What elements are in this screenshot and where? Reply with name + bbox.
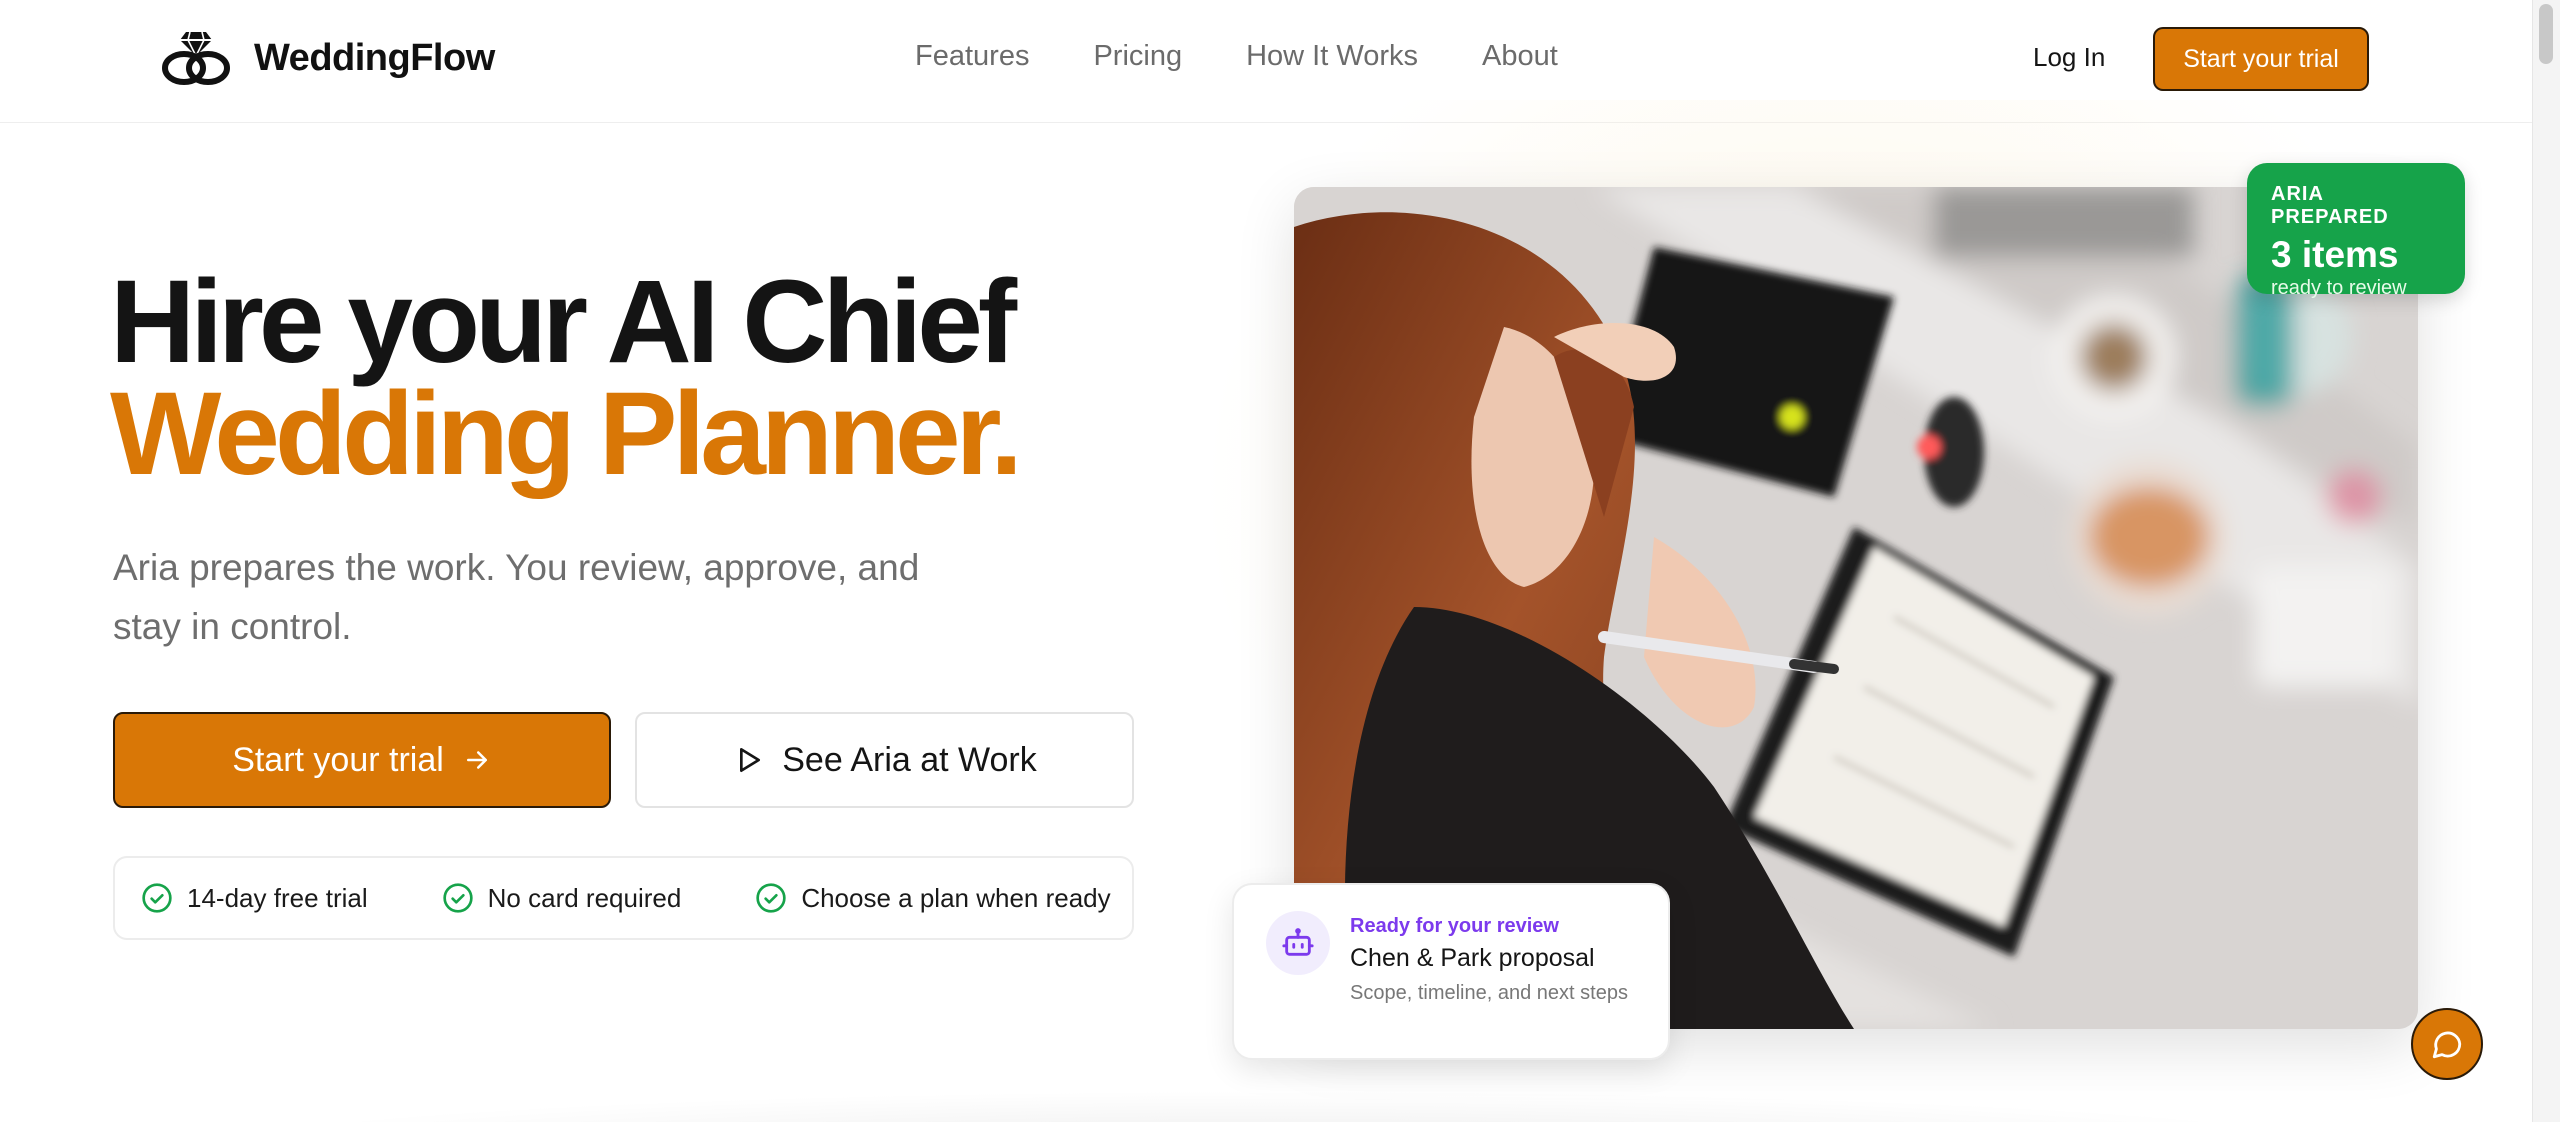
see-aria-label: See Aria at Work <box>782 740 1037 779</box>
nav-how-it-works[interactable]: How It Works <box>1246 40 1418 73</box>
main-nav: Features Pricing How It Works About <box>915 40 1558 73</box>
perk-item: Choose a plan when ready <box>755 882 1111 914</box>
hero-title-line1: Hire your AI Chief <box>110 256 1017 388</box>
bot-icon <box>1266 911 1330 975</box>
badge-caption: ready to review <box>2271 277 2407 299</box>
hero-title: Hire your AI Chief Wedding Planner. <box>110 256 1023 500</box>
arrow-right-icon <box>466 751 487 769</box>
hero-title-line2: Wedding Planner. <box>110 368 1023 500</box>
play-icon <box>740 748 761 772</box>
chat-button[interactable] <box>2411 1008 2483 1080</box>
nav-features[interactable]: Features <box>915 40 1029 73</box>
perk-item: 14-day free trial <box>141 882 368 914</box>
brand-name: WeddingFlow <box>254 36 495 79</box>
perks-bar: 14-day free trial No card required Choos… <box>113 856 1134 940</box>
diamond-rings-icon <box>162 31 230 85</box>
aria-prepared-badge: ARIA PREPARED 3 items ready to review <box>2247 163 2465 299</box>
review-card-body: Ready for your review Chen & Park propos… <box>1350 911 1628 1038</box>
start-trial-label: Start your trial <box>232 740 444 779</box>
badge-label: ARIA PREPARED <box>2271 183 2389 228</box>
brand-logo[interactable]: WeddingFlow <box>160 30 495 86</box>
section-shadow <box>180 1090 2380 1122</box>
badge-count: 3 items <box>2271 234 2399 275</box>
chat-bubble-icon <box>2432 1031 2462 1059</box>
start-trial-button[interactable]: Start your trial <box>113 712 611 808</box>
check-circle-icon <box>756 883 786 913</box>
perk-label: No card required <box>487 882 682 913</box>
review-card-description: Scope, timeline, and next steps <box>1350 982 1628 1004</box>
perk-label: Choose a plan when ready <box>801 882 1111 913</box>
login-link[interactable]: Log In <box>2033 42 2105 73</box>
check-circle-icon <box>142 883 172 913</box>
perk-item: No card required <box>442 882 682 914</box>
scrollbar-track[interactable] <box>2532 0 2560 1122</box>
hero-subtitle: Aria prepares the work. You review, appr… <box>113 547 920 647</box>
scrollbar-thumb[interactable] <box>2539 4 2553 64</box>
review-card-title: Chen & Park proposal <box>1350 944 1595 972</box>
nav-about[interactable]: About <box>1482 40 1558 73</box>
review-card-tag: Ready for your review <box>1350 915 1559 937</box>
nav-pricing[interactable]: Pricing <box>1093 40 1182 73</box>
see-aria-button[interactable]: See Aria at Work <box>635 712 1134 808</box>
review-card[interactable]: Ready for your review Chen & Park propos… <box>1232 883 1670 1060</box>
header-start-trial-button[interactable]: Start your trial <box>2153 27 2369 91</box>
perk-label: 14-day free trial <box>187 882 368 913</box>
check-circle-icon <box>442 883 473 913</box>
